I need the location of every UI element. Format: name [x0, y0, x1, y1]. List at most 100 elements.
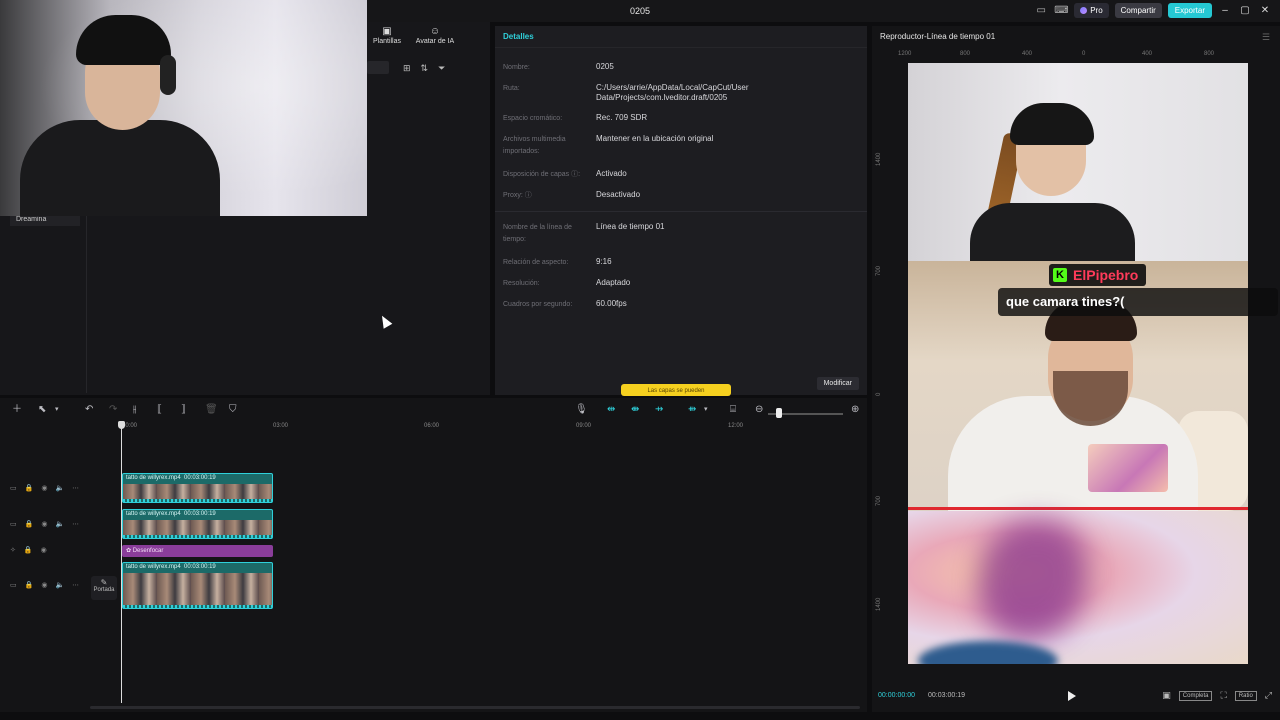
trim-right-icon[interactable]: ⟧ — [181, 402, 186, 418]
share-button[interactable]: Compartir — [1114, 3, 1162, 18]
speaker-icon[interactable]: 🔈 — [55, 484, 64, 492]
timeline-scrollbar[interactable] — [90, 706, 860, 709]
speaker-icon[interactable]: 🔈 — [55, 581, 64, 589]
effect-track-icon[interactable]: ✧ — [10, 546, 16, 554]
kick-icon: K — [1053, 268, 1067, 282]
more-icon[interactable]: ⋯ — [72, 520, 79, 528]
link-main-icon[interactable]: ⇹ — [607, 402, 615, 418]
minimize-icon[interactable]: – — [1218, 5, 1232, 16]
pencil-icon: ✎ — [100, 578, 108, 587]
caption-icon[interactable]: ⌸ — [730, 402, 736, 418]
chevron-down-icon[interactable]: ▾ — [704, 402, 708, 418]
main-video-clip[interactable]: tatto de willyrex.mp4 00:03:00:19 — [122, 562, 273, 609]
ruler-tick: 12:00 — [728, 423, 744, 429]
undo-icon[interactable]: ↶ — [85, 402, 93, 418]
lock-icon[interactable]: 🔒 — [25, 581, 34, 589]
effect-label: Desenfocar — [132, 548, 164, 554]
ruler-tick: 700 — [876, 495, 882, 506]
microphone-icon[interactable]: 🎙 — [575, 402, 588, 418]
fit-icon[interactable]: ⛶ — [1220, 690, 1226, 701]
chevron-down-icon[interactable]: ▾ — [55, 402, 59, 418]
snapshot-icon[interactable]: ▣ — [1162, 690, 1171, 701]
timeline-ruler[interactable]: 00:00 03:00 06:00 09:00 12:00 — [118, 423, 863, 433]
ruler-tick: 400 — [1142, 51, 1153, 57]
track-type-icon[interactable]: ▭ — [10, 484, 17, 492]
zoom-out-icon[interactable]: ⊖ — [755, 402, 763, 418]
magnet-icon[interactable]: ⇼ — [631, 402, 639, 418]
video-person-hair — [1010, 103, 1094, 145]
track-type-icon[interactable]: ▭ — [10, 520, 17, 528]
ratio-button[interactable]: Ratio — [1234, 690, 1257, 701]
player-ruler-left: 1400 700 0 700 1400 — [876, 66, 890, 706]
tab-templates[interactable]: ▣ Plantillas — [367, 26, 407, 45]
clip-name: tatto de willyrex.mp4 — [126, 511, 181, 517]
lock-icon[interactable]: 🔒 — [25, 520, 34, 528]
lock-icon[interactable]: 🔒 — [25, 484, 34, 492]
video-clip[interactable]: tatto de willyrex.mp4 00:03:00:19 — [122, 509, 273, 539]
preview-axis-icon[interactable]: ⇻ — [688, 402, 696, 418]
redo-icon[interactable]: ↷ — [109, 402, 117, 418]
cover-button[interactable]: ✎ Portada — [91, 576, 117, 600]
clip-title: tatto de willyrex.mp4 00:03:00:19 — [123, 563, 272, 572]
select-tool-icon[interactable]: ⬉ — [38, 402, 46, 418]
modify-button[interactable]: Modificar — [816, 377, 859, 390]
close-icon[interactable]: ✕ — [1258, 5, 1272, 16]
keyboard-icon[interactable]: ⌨ — [1054, 4, 1068, 18]
details-header: Detalles — [495, 26, 867, 48]
eye-icon[interactable]: ◉ — [41, 581, 47, 589]
eye-icon[interactable]: ◉ — [41, 484, 47, 492]
pro-button[interactable]: Pro — [1074, 3, 1109, 18]
preview-video[interactable] — [908, 63, 1248, 664]
ruler-tick: 700 — [876, 265, 882, 276]
export-button[interactable]: Exportar — [1167, 3, 1212, 18]
details-separator — [495, 211, 867, 212]
detail-row-name: Nombre: 0205 — [503, 62, 859, 74]
ruler-tick: 0 — [1082, 51, 1086, 57]
video-red-bar — [908, 507, 1248, 510]
sort-icon[interactable]: ⇅ — [421, 63, 429, 74]
tab-ai-avatar-label: Avatar de IA — [415, 38, 455, 45]
link-clips-icon[interactable]: ⇸ — [655, 402, 663, 418]
track-controls: ▭ 🔒 ◉ 🔈 ⋯ — [10, 520, 79, 528]
eye-icon[interactable]: ◉ — [41, 520, 47, 528]
speaker-icon[interactable]: 🔈 — [55, 520, 64, 528]
add-icon[interactable]: ＋ — [12, 402, 22, 418]
eye-icon[interactable]: ◉ — [41, 546, 47, 554]
more-icon[interactable]: ⋯ — [72, 484, 79, 492]
detail-label: Espacio cromático: — [503, 115, 563, 122]
detail-value: 60.00fps — [596, 299, 627, 308]
marker-icon[interactable]: ⛉ — [229, 402, 237, 418]
lock-icon[interactable]: 🔒 — [24, 546, 33, 554]
zoom-slider-handle[interactable] — [776, 408, 782, 418]
media-tabs: ▣ Plantillas ☺ Avatar de IA — [367, 26, 455, 45]
ruler-tick: 09:00 — [576, 423, 592, 429]
clip-title: tatto de willyrex.mp4 00:03:00:19 — [123, 474, 272, 483]
filter-icon[interactable]: ⏷ — [438, 63, 445, 74]
ruler-tick: 03:00 — [273, 423, 289, 429]
webcam-overlay — [0, 0, 367, 216]
detail-label: Resolución: — [503, 280, 540, 287]
trim-left-icon[interactable]: ⟦ — [157, 402, 162, 418]
playhead[interactable] — [121, 423, 122, 703]
track-controls: ▭ 🔒 ◉ 🔈 ⋯ — [10, 581, 79, 589]
chat-username-badge: K ElPipebro — [1049, 264, 1147, 286]
video-clip[interactable]: tatto de willyrex.mp4 00:03:00:19 — [122, 473, 273, 503]
grid-view-icon[interactable]: ⊞ — [403, 63, 411, 74]
layout-icon[interactable]: ▭ — [1034, 4, 1048, 18]
complete-button[interactable]: Completa — [1178, 690, 1213, 701]
clip-duration: 00:03:00:19 — [184, 475, 216, 481]
zoom-in-icon[interactable]: ⊕ — [851, 402, 859, 418]
timeline-panel: ＋ ⬉ ▾ ↶ ↷ ⫲ ⟦ ⟧ 🗑 ⛉ 🎙 ⇹ ⇼ ⇸ ⇻ ▾ ⌸ ⊖ ⊕ 00… — [0, 398, 867, 712]
track-type-icon[interactable]: ▭ — [10, 581, 17, 589]
tab-ai-avatar[interactable]: ☺ Avatar de IA — [415, 26, 455, 45]
player-ruler-top: 1200 800 400 0 400 800 — [898, 51, 1254, 61]
delete-icon[interactable]: 🗑 — [205, 402, 218, 418]
clip-title: tatto de willyrex.mp4 00:03:00:19 — [123, 510, 272, 519]
more-icon[interactable]: ⋯ — [72, 581, 79, 589]
maximize-icon[interactable]: ▢ — [1238, 5, 1252, 16]
fullscreen-icon[interactable]: ⤢ — [1265, 690, 1272, 701]
split-icon[interactable]: ⫲ — [133, 402, 136, 418]
effect-clip[interactable]: ✿ Desenfocar — [122, 545, 273, 557]
player-menu-icon[interactable]: ☰ — [1262, 32, 1270, 43]
play-icon[interactable] — [1068, 691, 1076, 701]
